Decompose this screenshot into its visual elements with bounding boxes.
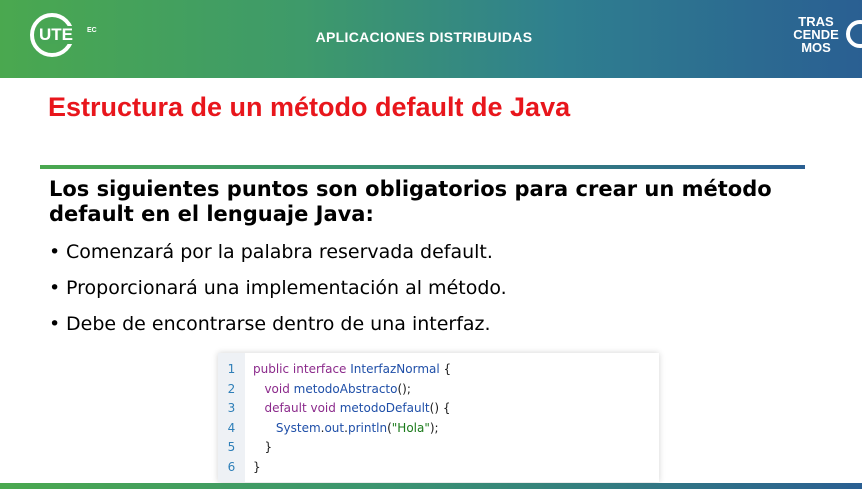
- code-line: void metodoAbstracto();: [253, 380, 659, 400]
- code-token: public interface: [253, 362, 351, 376]
- code-token: void: [264, 381, 294, 396]
- code-line: }: [253, 458, 659, 478]
- code-token: }: [253, 440, 273, 455]
- slide: UTE EC APLICACIONES DISTRIBUIDAS TRAS CE…: [0, 0, 862, 489]
- bullet-icon: •: [49, 277, 61, 299]
- line-number: 6: [227, 459, 236, 474]
- code-token: println: [347, 420, 388, 435]
- trascendemos-logo: TRAS CENDE MOS: [786, 15, 846, 54]
- code-token: () {: [429, 401, 451, 416]
- bullet-icon: •: [49, 241, 61, 263]
- trascendemos-logo-arc: [846, 20, 862, 48]
- code-token: default void: [264, 401, 340, 416]
- code-snippet: 1 2 3 4 5 6 public interface InterfazNor…: [218, 353, 659, 482]
- code-token: System: [275, 420, 321, 435]
- bullet-item: • Comenzará por la palabra reservada def…: [49, 237, 507, 273]
- code-token: metodoDefault: [339, 401, 430, 416]
- line-number: 4: [227, 420, 236, 435]
- code-line: public interface InterfazNormal {: [253, 360, 659, 380]
- bullet-list: • Comenzará por la palabra reservada def…: [49, 237, 507, 345]
- code-token: ();: [397, 381, 411, 396]
- line-number: 2: [227, 381, 236, 396]
- code-line: System.out.println("Hola");: [253, 419, 659, 439]
- bullet-icon: •: [49, 313, 61, 335]
- bullet-item: • Proporcionará una implementación al mé…: [49, 273, 507, 309]
- course-title: APLICACIONES DISTRIBUIDAS: [315, 29, 533, 45]
- line-number: 5: [227, 440, 236, 455]
- bullet-text: Debe de encontrarse dentro de una interf…: [66, 313, 491, 335]
- bullet-text: Comenzará por la palabra reservada defau…: [66, 241, 493, 263]
- header-bar: UTE EC APLICACIONES DISTRIBUIDAS TRAS CE…: [0, 0, 862, 78]
- code-token: "Hola": [391, 420, 430, 435]
- line-number-gutter: 1 2 3 4 5 6: [218, 353, 245, 482]
- code-token: out: [324, 420, 345, 435]
- logo-line: MOS: [801, 40, 831, 55]
- code-token: );: [429, 420, 439, 435]
- code-token: InterfazNormal: [350, 362, 440, 376]
- footer-bar: [0, 483, 862, 489]
- code-token: {: [439, 362, 452, 376]
- line-number: 3: [227, 401, 236, 416]
- line-number: 1: [227, 362, 236, 376]
- code-lines: public interface InterfazNormal { void m…: [245, 353, 659, 482]
- intro-text: Los siguientes puntos son obligatorios p…: [49, 177, 772, 226]
- code-line: }: [253, 438, 659, 458]
- code-token: metodoAbstracto: [293, 381, 398, 396]
- title-divider: [40, 165, 805, 169]
- slide-title: Estructura de un método default de Java: [48, 92, 571, 122]
- code-token: }: [253, 459, 261, 474]
- bullet-text: Proporcionará una implementación al méto…: [66, 277, 507, 299]
- code-line: default void metodoDefault() {: [253, 399, 659, 419]
- bullet-item: • Debe de encontrarse dentro de una inte…: [49, 309, 507, 345]
